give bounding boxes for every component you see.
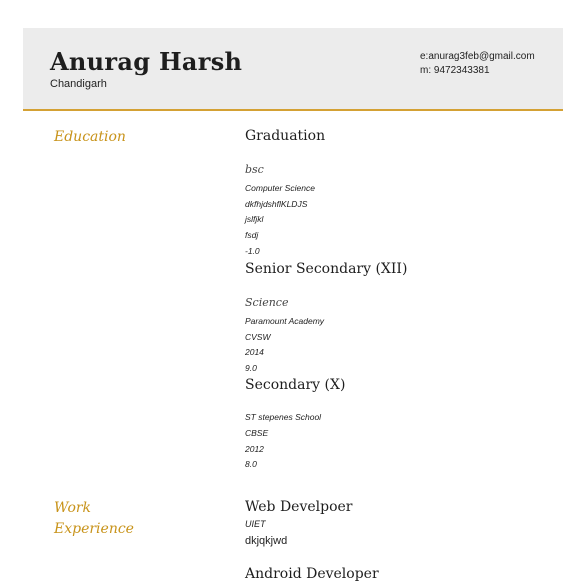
resume-header: Anurag Harsh Chandigarh e:anurag3feb@gma… [23, 28, 563, 111]
education-detail: Computer Science [245, 183, 315, 193]
phone-text[interactable]: m: 9472343381 [420, 64, 535, 78]
education-entry-subtitle: Science [245, 296, 289, 309]
work-entry-description: dkjqkjwd [245, 535, 288, 547]
work-entry-title: Android Developer [245, 566, 379, 582]
education-detail: jslfjkl [245, 214, 264, 224]
education-detail: 2014 [245, 347, 264, 357]
candidate-city: Chandigarh [50, 78, 107, 90]
education-detail: 8.0 [245, 459, 257, 469]
education-detail: CVSW [245, 332, 271, 342]
education-detail: -1.0 [245, 246, 260, 256]
education-entry-subtitle: bsc [245, 163, 264, 176]
candidate-name: Anurag Harsh [50, 47, 243, 76]
education-entry-title: Secondary (X) [245, 377, 346, 393]
education-entry-title: Graduation [245, 128, 326, 144]
work-section-title-line1: Work [54, 500, 92, 516]
education-detail: fsdj [245, 230, 259, 240]
contact-block: e:anurag3feb@gmail.com m: 9472343381 [420, 50, 535, 78]
education-entry-title: Senior Secondary (XII) [245, 261, 408, 277]
education-detail: ST stepenes School [245, 412, 322, 422]
work-section-title-line2: Experience [54, 521, 134, 537]
work-entry-title: Web Develpoer [245, 499, 353, 515]
education-section-title: Education [54, 129, 126, 145]
education-detail: Paramount Academy [245, 316, 325, 326]
education-detail: CBSE [245, 428, 269, 438]
email-text[interactable]: e:anurag3feb@gmail.com [420, 50, 535, 64]
work-section-title: Work Experience [54, 498, 134, 540]
education-detail: 2012 [245, 444, 264, 454]
education-detail: dkfhjdshflKLDJS [245, 199, 308, 209]
education-detail: 9.0 [245, 363, 257, 373]
work-entry-org: UIET [245, 519, 266, 529]
